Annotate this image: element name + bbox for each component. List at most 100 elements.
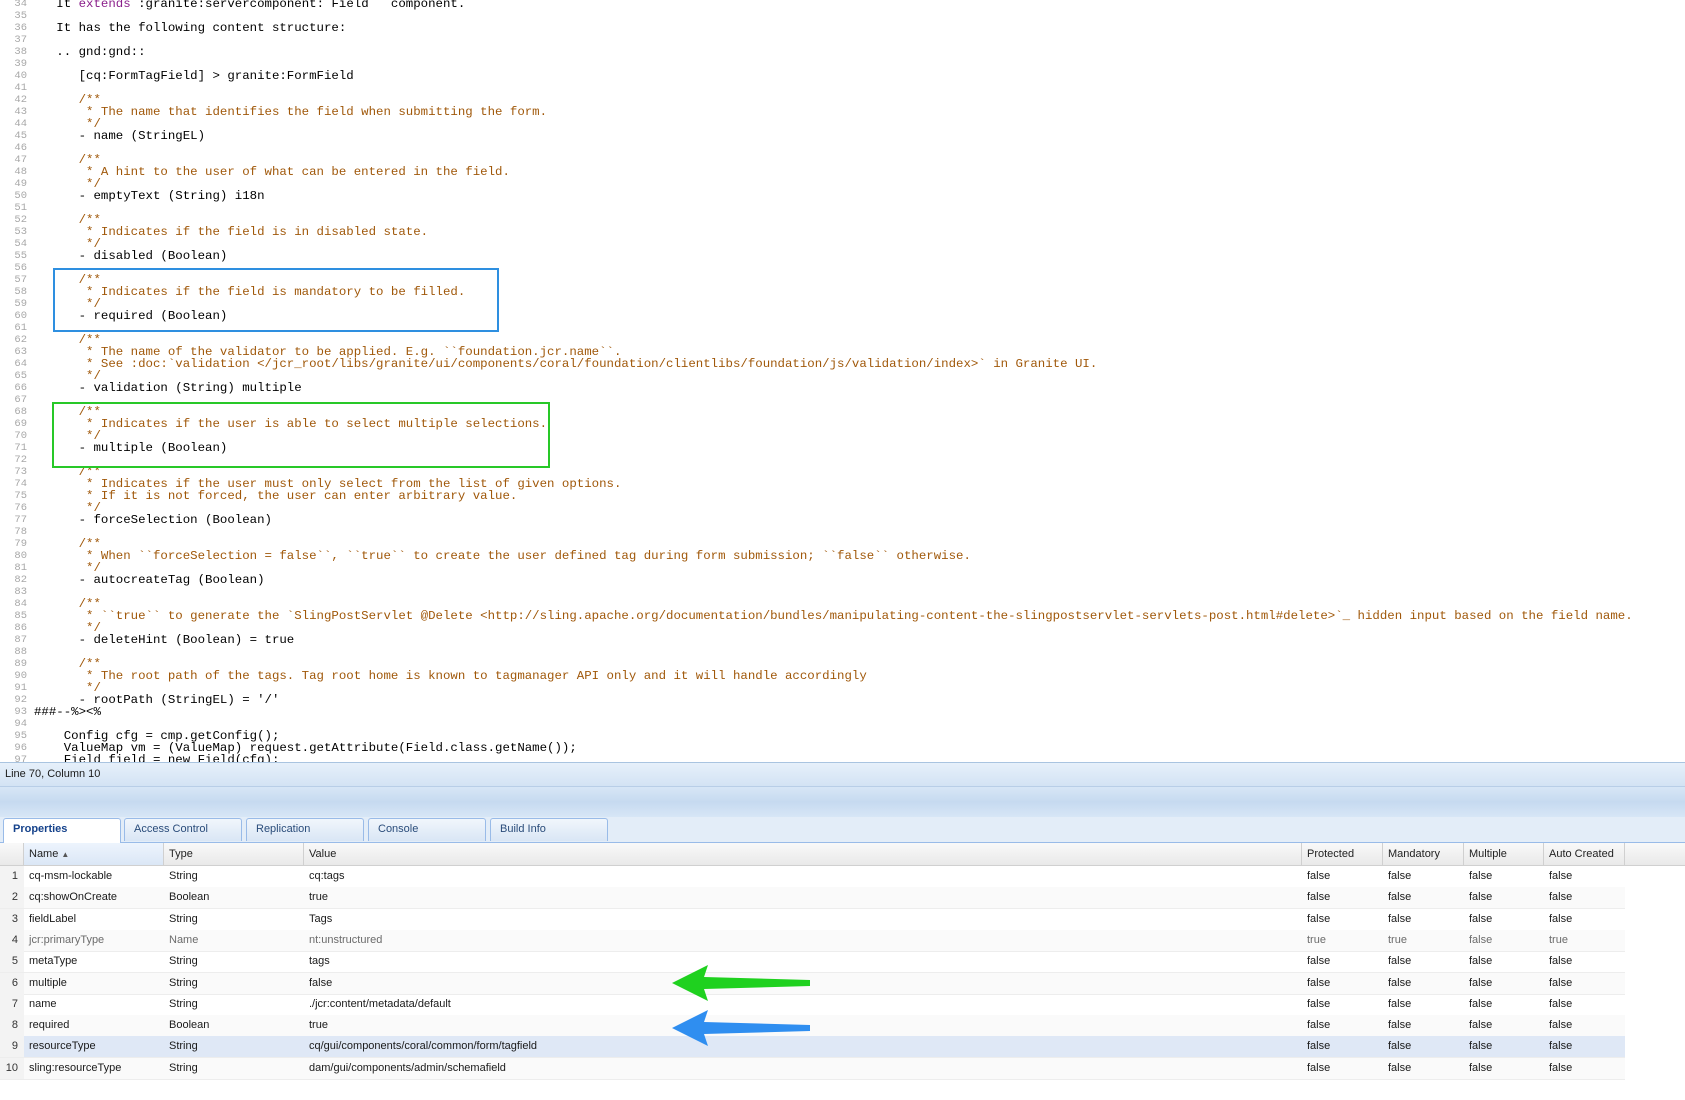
panel-splitter[interactable]: [0, 786, 1685, 818]
line-number: 87: [14, 634, 27, 646]
code-line: 64 * See :doc:`validation </jcr_root/lib…: [0, 358, 1685, 370]
code-line: 34 It extends :granite:servercomponent:`…: [0, 0, 1685, 10]
table-row[interactable]: 4 jcr:primaryType Name nt:unstructured true t…: [0, 929, 1625, 952]
line-number: 46: [14, 142, 27, 154]
code-line: 40 [cq:FormTagField] > granite:FormField: [0, 70, 1685, 82]
header-name[interactable]: Name ▲: [24, 843, 164, 865]
table-row[interactable]: 8 required Boolean true false false false false: [0, 1015, 1625, 1038]
code-text: - autocreateTag (Boolean): [34, 573, 265, 587]
line-number: 65: [14, 370, 27, 382]
cell-mandatory: false: [1388, 1061, 1412, 1074]
code-line: 77 - forceSelection (Boolean): [0, 514, 1685, 526]
cell-name: name: [29, 997, 57, 1010]
line-number: 89: [14, 658, 27, 670]
row-number: 6: [0, 972, 24, 994]
row-number: 4: [0, 929, 24, 951]
header-mandatory[interactable]: Mandatory: [1383, 843, 1464, 865]
tab-console[interactable]: Console: [368, 818, 486, 841]
cell-protected: false: [1307, 1061, 1331, 1074]
line-number: 94: [14, 718, 27, 730]
code-line: 83: [0, 586, 1685, 598]
cell-multiple: false: [1469, 912, 1493, 925]
cell-value: true: [309, 1019, 328, 1032]
code-text: Field field = new Field(cfg);: [34, 753, 280, 762]
tab-access-control[interactable]: Access Control: [124, 818, 242, 841]
line-number: 96: [14, 742, 27, 754]
line-number: 49: [14, 178, 27, 190]
code-line: 43 * The name that identifies the field …: [0, 106, 1685, 118]
table-row[interactable]: 10 sling:resourceType String dam/gui/compon…: [0, 1057, 1625, 1080]
code-line: 85 * ``true`` to generate the `SlingPost…: [0, 610, 1685, 622]
line-number: 44: [14, 118, 27, 130]
header-auto-created[interactable]: Auto Created: [1544, 843, 1625, 865]
header-type[interactable]: Type: [164, 843, 304, 865]
table-row[interactable]: 9 resourceType String cq/gui/components/cor…: [0, 1036, 1625, 1059]
cell-protected: false: [1307, 997, 1331, 1010]
header-multiple[interactable]: Multiple: [1464, 843, 1544, 865]
code-line: 60 - required (Boolean): [0, 310, 1685, 322]
code-line: 51: [0, 202, 1685, 214]
line-number: 66: [14, 382, 27, 394]
code-line: 66 - validation (String) multiple: [0, 382, 1685, 394]
tab-strip: Properties Access Control Replication Co…: [0, 817, 1685, 843]
line-number: 47: [14, 154, 27, 166]
cell-name: required: [29, 1019, 70, 1032]
code-editor[interactable]: 34 It extends :granite:servercomponent:`…: [0, 0, 1685, 762]
code-line: 59 */: [0, 298, 1685, 310]
line-number: 68: [14, 406, 27, 418]
cell-type: String: [169, 997, 198, 1010]
header-value[interactable]: Value: [304, 843, 1302, 865]
line-number: 70: [14, 430, 27, 442]
table-row[interactable]: 1 cq-msm-lockable String cq:tags false false f…: [0, 866, 1625, 888]
line-number: 72: [14, 454, 27, 466]
code-text: [cq:FormTagField] > granite:FormField: [34, 69, 354, 83]
line-number: 83: [14, 586, 27, 598]
line-number: 73: [14, 466, 27, 478]
line-number: 57: [14, 274, 27, 286]
code-line: 50 - emptyText (String) i18n: [0, 190, 1685, 202]
tab-replication[interactable]: Replication: [246, 818, 364, 841]
line-number: 91: [14, 682, 27, 694]
table-row[interactable]: 5 metaType String tags false false false false: [0, 951, 1625, 974]
cell-name: metaType: [29, 955, 78, 968]
cell-protected: false: [1307, 1019, 1331, 1032]
line-number: 41: [14, 82, 27, 94]
cell-mandatory: false: [1388, 912, 1412, 925]
code-text: * If it is not forced, the user can ente…: [34, 489, 518, 503]
cell-value: tags: [309, 955, 330, 968]
cell-value: cq:tags: [309, 870, 345, 882]
table-row[interactable]: 6 multiple String false false false false false: [0, 972, 1625, 995]
tab-build-info[interactable]: Build Info: [490, 818, 608, 841]
code-line: 90 * The root path of the tags. Tag root…: [0, 670, 1685, 682]
code-text: * A hint to the user of what can be ente…: [34, 165, 510, 179]
cell-value: nt:unstructured: [309, 933, 383, 946]
row-number: 10: [0, 1057, 24, 1079]
cell-multiple: false: [1469, 870, 1493, 882]
line-number: 76: [14, 502, 27, 514]
cell-auto-created: false: [1549, 1061, 1573, 1074]
tab-properties[interactable]: Properties: [3, 818, 121, 843]
code-line: 87 - deleteHint (Boolean) = true: [0, 634, 1685, 646]
row-number: 9: [0, 1036, 24, 1058]
line-number: 48: [14, 166, 27, 178]
cell-mandatory: false: [1388, 891, 1412, 904]
cell-multiple: false: [1469, 1040, 1493, 1053]
table-row[interactable]: 3 fieldLabel String Tags false false false fals…: [0, 908, 1625, 931]
cell-protected: false: [1307, 955, 1331, 968]
cell-value: false: [309, 976, 333, 989]
cell-auto-created: false: [1549, 870, 1573, 882]
cell-value: cq/gui/components/coral/common/form/tagf…: [309, 1040, 538, 1053]
table-row[interactable]: 7 name String ./jcr:content/metadata/defaul…: [0, 993, 1625, 1016]
line-number: 86: [14, 622, 27, 634]
cell-type: String: [169, 1040, 198, 1053]
table-row[interactable]: 2 cq:showOnCreate Boolean true false false fal…: [0, 887, 1625, 910]
line-number: 93: [14, 706, 27, 718]
line-number: 80: [14, 550, 27, 562]
code-text: It has the following content structure:: [34, 21, 347, 35]
code-line: 61: [0, 322, 1685, 334]
header-protected[interactable]: Protected: [1302, 843, 1383, 865]
line-number: 85: [14, 610, 27, 622]
cell-auto-created: false: [1549, 1019, 1573, 1032]
cell-mandatory: false: [1388, 955, 1412, 968]
row-number: 8: [0, 1015, 24, 1037]
